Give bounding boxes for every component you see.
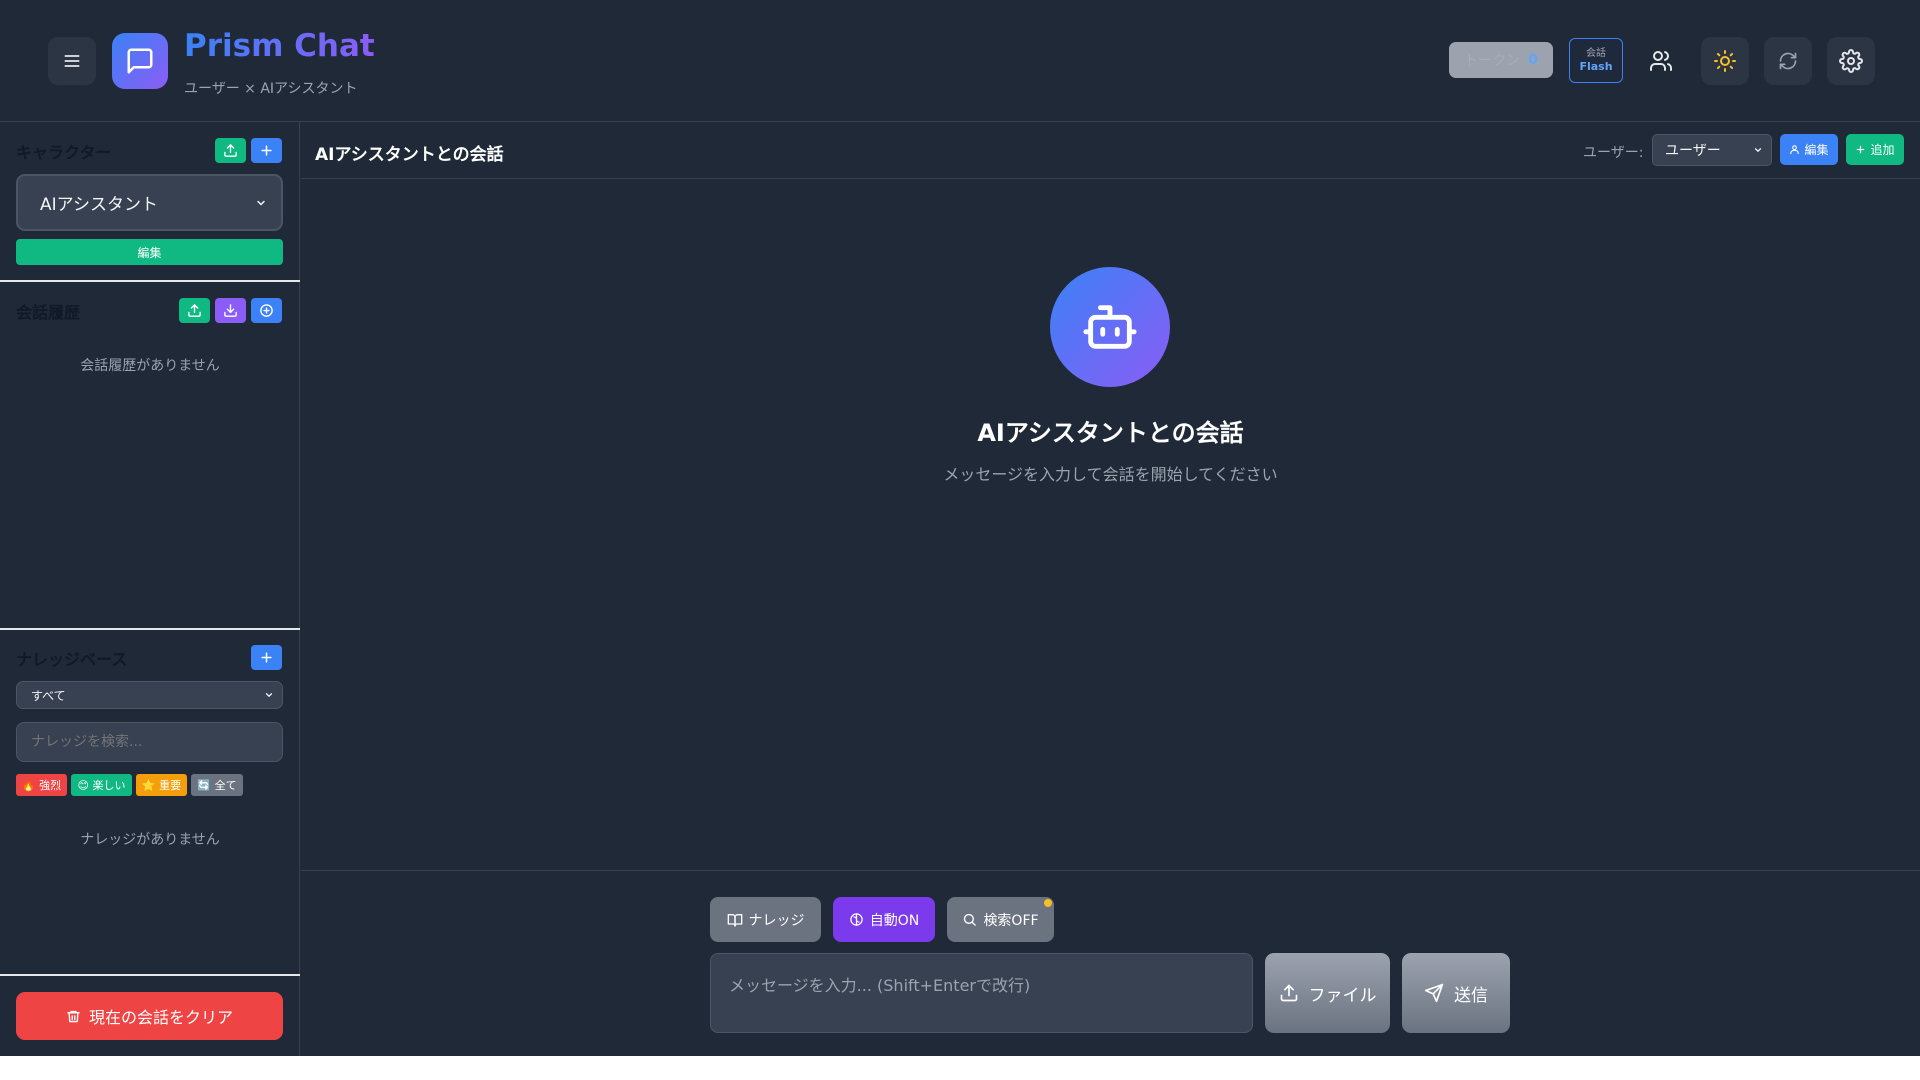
knowledge-filter-select[interactable]: すべて [16, 681, 283, 709]
knowledge-toggle-label: ナレッジ [748, 912, 805, 929]
empty-state-title: AIアシスタントとの会話 [977, 419, 1244, 447]
knowledge-search-input[interactable] [16, 722, 283, 762]
refresh-icon [1778, 51, 1798, 71]
app-root: Prism Chat ユーザー × AIアシスタント トークン 0 会話 Fla… [0, 0, 1920, 1056]
theme-toggle-button[interactable] [1701, 37, 1749, 85]
download-icon [223, 303, 238, 318]
model-selector[interactable]: 会話 Flash [1569, 38, 1623, 83]
knowledge-section-title: ナレッジベース [16, 650, 128, 669]
history-empty-text: 会話履歴がありません [80, 358, 220, 374]
history-export-button[interactable] [215, 298, 246, 323]
sun-icon [1713, 49, 1737, 73]
plus-icon [1855, 144, 1866, 155]
upload-icon [223, 143, 238, 158]
model-caption: 会話 [1586, 47, 1606, 59]
app-logo [112, 33, 168, 89]
history-section-title: 会話履歴 [16, 303, 81, 322]
settings-button[interactable] [1827, 37, 1875, 85]
user-add-label: 追加 [1870, 143, 1895, 157]
send-label: 送信 [1454, 985, 1488, 1006]
user-add-button[interactable]: 追加 [1846, 134, 1904, 165]
character-select[interactable]: AIアシスタント [16, 174, 283, 231]
sidebar: キャラクター AIアシスタント 編集 会話履歴 会話履歴がありません ナレッジベ… [0, 122, 300, 1056]
search-toggle-label: 検索OFF [983, 912, 1039, 929]
menu-button[interactable] [48, 37, 96, 85]
plus-circle-icon [259, 303, 274, 318]
book-icon [727, 912, 743, 928]
user-select[interactable]: ユーザー [1652, 134, 1772, 166]
brain-icon [849, 912, 864, 927]
tag-label: 🔥 強烈 [21, 779, 62, 792]
token-label: トークン [1464, 53, 1521, 69]
user-edit-label: 編集 [1804, 143, 1829, 157]
tag-important[interactable]: ⭐ 重要 [136, 774, 187, 796]
chat-header: AIアシスタントとの会話 ユーザー: ユーザー 編集 追加 [301, 122, 1920, 179]
user-selected-value: ユーザー [1665, 143, 1721, 159]
users-icon [1649, 49, 1673, 73]
chat-title: AIアシスタントとの会話 [315, 145, 504, 165]
character-section-title: キャラクター [16, 143, 112, 162]
tag-fun[interactable]: 😊 楽しい [71, 774, 132, 796]
sidebar-divider [0, 280, 300, 282]
file-upload-label: ファイル [1308, 985, 1377, 1006]
knowledge-toggle-button[interactable]: ナレッジ [710, 897, 821, 942]
character-edit-button[interactable]: 編集 [16, 239, 283, 265]
auto-mode-button[interactable]: 自動ON [833, 897, 935, 942]
auto-mode-label: 自動ON [869, 912, 920, 929]
history-new-button[interactable] [251, 298, 282, 323]
refresh-button[interactable] [1764, 37, 1812, 85]
tag-label: ⭐ 重要 [141, 779, 182, 792]
chevron-down-icon [255, 197, 267, 209]
robot-icon [1081, 298, 1139, 356]
search-icon [962, 912, 977, 927]
tag-all[interactable]: 🔄 全て [191, 774, 243, 796]
knowledge-empty-text: ナレッジがありません [80, 832, 220, 848]
chevron-down-icon [1753, 145, 1763, 155]
tag-label: 🔄 全て [197, 779, 237, 792]
user-label: ユーザー: [1583, 145, 1644, 161]
character-selected-value: AIアシスタント [40, 195, 158, 215]
knowledge-filter-value: すべて [31, 688, 66, 703]
tag-label: 😊 楽しい [77, 779, 126, 792]
message-input[interactable] [710, 953, 1253, 1033]
clear-conversation-button[interactable]: 現在の会話をクリア [16, 992, 283, 1040]
app-title: Prism Chat [184, 28, 375, 64]
upload-icon [187, 303, 202, 318]
send-button[interactable]: 送信 [1402, 953, 1510, 1033]
plus-icon [259, 650, 274, 665]
file-upload-button[interactable]: ファイル [1265, 953, 1390, 1033]
message-composer: ナレッジ 自動ON 検索OFF ファイル 送信 [301, 870, 1920, 1056]
sidebar-divider [0, 628, 300, 630]
gear-icon [1839, 49, 1863, 73]
assistant-avatar [1050, 267, 1170, 387]
plus-icon [259, 143, 274, 158]
user-icon [1789, 144, 1800, 155]
character-import-button[interactable] [215, 138, 246, 163]
status-dot [1044, 899, 1052, 907]
hamburger-icon [62, 51, 82, 71]
user-edit-button[interactable]: 編集 [1780, 134, 1838, 165]
empty-state-subtitle: メッセージを入力して会話を開始してください [943, 465, 1278, 484]
trash-icon [66, 1009, 81, 1024]
app-subtitle: ユーザー × AIアシスタント [184, 81, 358, 97]
character-add-button[interactable] [251, 138, 282, 163]
users-button[interactable] [1637, 37, 1685, 85]
upload-icon [1279, 983, 1299, 1003]
knowledge-add-button[interactable] [251, 645, 282, 670]
send-icon [1424, 983, 1444, 1003]
token-count: 0 [1528, 52, 1538, 68]
history-import-button[interactable] [179, 298, 210, 323]
chevron-down-icon [264, 690, 274, 700]
model-name: Flash [1579, 59, 1613, 73]
search-toggle-button[interactable]: 検索OFF [947, 897, 1054, 942]
sidebar-divider [0, 974, 300, 976]
chat-bubble-icon [125, 46, 155, 76]
app-header: Prism Chat ユーザー × AIアシスタント トークン 0 会話 Fla… [0, 0, 1920, 122]
clear-conversation-label: 現在の会話をクリア [88, 1008, 233, 1027]
tag-intense[interactable]: 🔥 強烈 [16, 774, 67, 796]
token-counter[interactable]: トークン 0 [1449, 42, 1553, 78]
